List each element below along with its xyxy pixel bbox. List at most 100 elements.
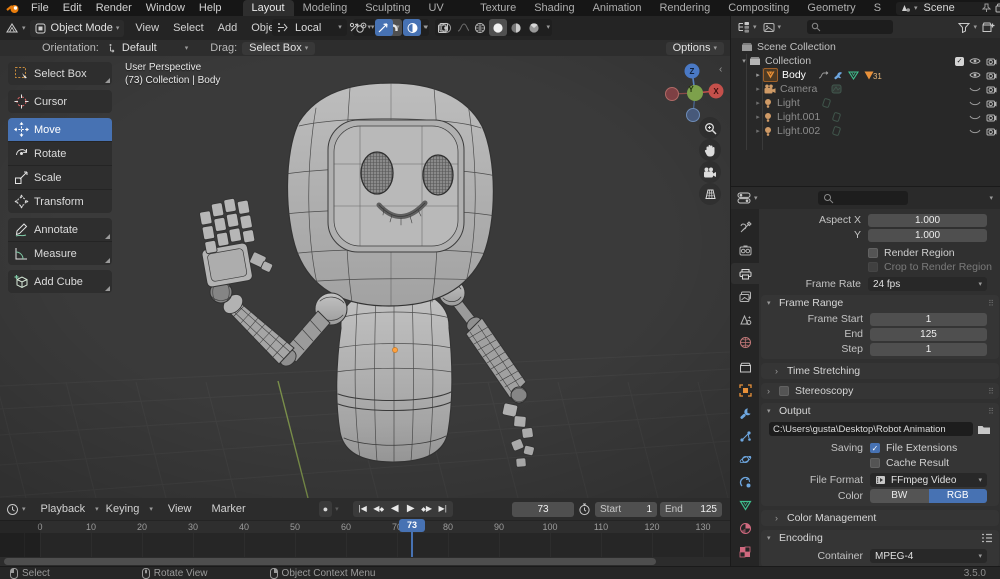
tool-measure[interactable]: Measure xyxy=(8,242,112,265)
folder-icon[interactable] xyxy=(977,424,991,435)
tab-sculpting[interactable]: Sculpting xyxy=(356,0,419,16)
cache-result-checkbox[interactable] xyxy=(870,458,880,468)
tab-geometry-nodes[interactable]: Geometry Nodes xyxy=(798,0,864,16)
expand-icon[interactable]: ▸ xyxy=(753,99,763,107)
tab-output[interactable] xyxy=(731,263,759,284)
crop-region-checkbox[interactable] xyxy=(868,262,878,272)
file-format-dropdown[interactable]: FFmpeg Video ▾ xyxy=(870,473,987,487)
toggle-xray-box-icon[interactable] xyxy=(434,19,452,36)
tab-constraints[interactable] xyxy=(731,472,759,493)
collapse-sidebar-icon[interactable]: ‹ xyxy=(719,64,722,75)
outliner-row-collection[interactable]: ▾ Collection ✓ xyxy=(731,54,1000,68)
end-field[interactable]: 125 xyxy=(870,328,987,341)
jump-to-start-button[interactable]: |◀ xyxy=(355,501,371,517)
tab-particles[interactable] xyxy=(731,426,759,447)
tab-object[interactable] xyxy=(731,380,759,401)
menu-view[interactable]: View xyxy=(128,22,166,34)
frame-end-field[interactable]: End 125 xyxy=(660,502,722,517)
eye-open-icon[interactable] xyxy=(969,57,981,65)
menu-render[interactable]: Render xyxy=(89,2,139,14)
properties-editor-type-icon[interactable] xyxy=(737,192,751,204)
file-extensions-checkbox[interactable]: ✓ xyxy=(870,443,880,453)
tool-select-box[interactable]: Select Box xyxy=(8,62,112,85)
outliner-filter-id-icon[interactable] xyxy=(763,22,775,33)
expand-icon[interactable]: ▸ xyxy=(753,71,763,79)
color-rgb-button[interactable]: RGB xyxy=(929,489,988,503)
options-dropdown[interactable]: Options ▾ xyxy=(666,42,724,55)
tab-physics[interactable] xyxy=(731,449,759,470)
menu-marker[interactable]: Marker xyxy=(204,503,252,515)
eye-closed-icon[interactable] xyxy=(969,86,981,93)
presets-icon[interactable] xyxy=(981,533,993,543)
timeline-scrollbar[interactable] xyxy=(4,558,656,565)
auto-key-button[interactable]: ● xyxy=(319,501,332,517)
eye-closed-icon[interactable] xyxy=(969,114,981,121)
aspect-y-field[interactable]: 1.000 xyxy=(868,229,987,242)
outliner-row-light-002[interactable]: ▸ Light.002 xyxy=(731,124,1000,138)
expand-icon[interactable]: ▾ xyxy=(739,57,749,65)
frame-rate-dropdown[interactable]: 24 fps ▾ xyxy=(868,277,987,291)
next-keyframe-button[interactable]: ◆▶ xyxy=(419,501,435,518)
menu-playback[interactable]: Playback xyxy=(34,503,93,515)
panel-drag-icon[interactable]: ⠿ xyxy=(988,407,994,416)
camera-disable-icon[interactable] xyxy=(986,99,997,108)
container-dropdown[interactable]: MPEG-4 ▾ xyxy=(870,549,987,563)
jump-to-end-button[interactable]: ▶| xyxy=(435,501,451,517)
tab-world[interactable] xyxy=(731,332,759,353)
auto-keyframe-clock-icon[interactable] xyxy=(578,503,591,516)
show-gizmo-icon[interactable] xyxy=(346,19,364,36)
expand-icon[interactable]: ▸ xyxy=(753,127,763,135)
play-button[interactable]: ▶ xyxy=(403,501,419,517)
menu-select[interactable]: Select xyxy=(166,22,211,34)
outliner-row-light-001[interactable]: ▸ Light.001 xyxy=(731,110,1000,124)
camera-disable-icon[interactable] xyxy=(986,127,997,136)
tool-annotate[interactable]: Annotate xyxy=(8,218,112,242)
perspective-toggle-icon[interactable] xyxy=(699,183,721,205)
tool-scale[interactable]: Scale xyxy=(8,166,112,190)
tool-move[interactable]: Move xyxy=(8,118,112,142)
menu-keying[interactable]: Keying xyxy=(99,503,147,515)
menu-edit[interactable]: Edit xyxy=(56,2,89,14)
menu-window[interactable]: Window xyxy=(139,2,192,14)
pan-view-icon[interactable] xyxy=(699,139,721,161)
frame-start-field[interactable]: 1 xyxy=(870,313,987,326)
playhead-line[interactable] xyxy=(411,532,413,557)
new-scene-icon[interactable] xyxy=(995,3,1000,13)
tab-uv-editing[interactable]: UV Editing xyxy=(419,0,471,16)
filter-funnel-icon[interactable] xyxy=(958,22,970,33)
frame-range-header[interactable]: ▾ Frame Range ⠿ xyxy=(761,295,999,311)
prev-keyframe-button[interactable]: ◀◆ xyxy=(371,501,387,518)
tool-cursor[interactable]: Cursor xyxy=(8,90,112,113)
navigation-gizmo[interactable]: Z X Y xyxy=(664,62,726,124)
tab-shading[interactable]: Shading xyxy=(525,0,583,16)
panel-drag-icon[interactable]: ⠿ xyxy=(988,387,994,396)
outliner-row-camera[interactable]: ▸ Camera xyxy=(731,82,1000,96)
tab-animation[interactable]: Animation xyxy=(584,0,651,16)
viewport-3d[interactable]: User Perspective (73) Collection | Body … xyxy=(0,56,730,498)
color-bw-button[interactable]: BW xyxy=(870,489,929,503)
stereoscopy-checkbox[interactable] xyxy=(779,386,789,396)
xray-toggle-icon[interactable] xyxy=(403,19,421,36)
tab-texture-paint[interactable]: Texture Paint xyxy=(471,0,525,16)
tab-rendering[interactable]: Rendering xyxy=(650,0,719,16)
outliner-row-light[interactable]: ▸ Light xyxy=(731,96,1000,110)
shading-rendered-icon[interactable] xyxy=(525,19,543,36)
tab-render[interactable] xyxy=(731,240,759,261)
aspect-x-field[interactable]: 1.000 xyxy=(868,214,987,227)
properties-search-input[interactable] xyxy=(818,191,908,205)
show-overlays-icon[interactable] xyxy=(375,19,393,36)
tab-scripting[interactable]: S xyxy=(865,0,890,16)
menu-help[interactable]: Help xyxy=(192,2,229,14)
output-path-field[interactable]: C:\Users\gusta\Desktop\Robot Animation xyxy=(769,422,973,436)
tab-tool[interactable] xyxy=(731,217,759,238)
tab-layout[interactable]: Layout xyxy=(243,0,294,16)
expand-icon[interactable]: ▸ xyxy=(753,113,763,121)
timeline-ruler[interactable]: 0 10 20 30 40 50 60 70 80 90 100 110 120… xyxy=(0,520,730,534)
step-field[interactable]: 1 xyxy=(870,343,987,356)
tool-rotate[interactable]: Rotate xyxy=(8,142,112,166)
eye-closed-icon[interactable] xyxy=(969,100,981,107)
orientation-value[interactable]: Default xyxy=(122,42,157,54)
shading-wireframe-icon[interactable] xyxy=(471,19,489,36)
play-reverse-button[interactable]: ◀ xyxy=(387,501,403,517)
camera-disable-icon[interactable] xyxy=(986,113,997,122)
